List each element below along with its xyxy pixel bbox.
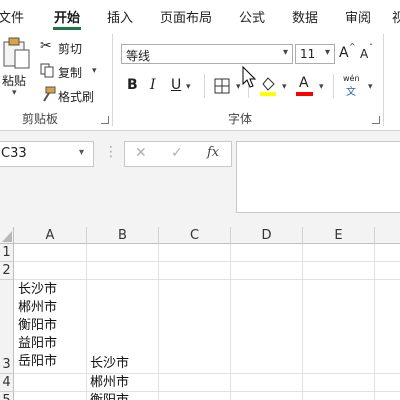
format-painter-label: 格式刷 (58, 90, 95, 104)
gridline (230, 244, 231, 400)
group-divider (112, 34, 113, 126)
cell-b5[interactable]: 衡阳市 (90, 392, 129, 400)
font-color-dropdown-icon[interactable]: ▾ (319, 82, 324, 92)
phonetic-dropdown-icon[interactable]: ▾ (368, 82, 373, 92)
format-painter-icon (43, 86, 56, 102)
font-color-icon: A (299, 75, 309, 91)
formula-input[interactable] (236, 141, 400, 213)
cell-b4[interactable]: 郴州市 (90, 374, 129, 392)
chevron-down-icon[interactable]: ▾ (79, 147, 84, 158)
cell-a3-line: 衡阳市 (18, 318, 58, 333)
phonetic-guide-button[interactable]: wén 文 (342, 74, 366, 98)
clipboard-launcher-icon[interactable] (101, 116, 109, 124)
name-box-value: C33 (1, 146, 27, 161)
name-box[interactable]: C33 ▾ (0, 141, 94, 167)
underline-dropdown-icon[interactable]: ▾ (186, 82, 191, 92)
gridline (14, 391, 400, 392)
font-size-combo[interactable]: 11 ▾ (295, 44, 335, 64)
grow-font-label: A (339, 45, 349, 61)
gridline (14, 373, 400, 374)
worksheet-grid: A B C D E 1 2 3 4 5 长沙市 郴州市 衡阳市 益阳市 岳阳市 … (0, 227, 400, 400)
mouse-cursor-icon (242, 66, 257, 88)
chevron-down-icon: ▾ (324, 47, 330, 58)
shrink-font-button[interactable]: A ˇ (360, 43, 378, 64)
cell-a3-line: 益阳市 (18, 336, 58, 351)
font-color-swatch (296, 92, 313, 96)
cut-label: 剪切 (58, 42, 83, 56)
group-divider (383, 34, 384, 126)
underline-button[interactable]: U (171, 77, 181, 93)
row-header-2[interactable]: 2 (0, 262, 14, 280)
phonetic-char-label: 文 (346, 87, 356, 98)
enter-icon[interactable]: ✓ (171, 145, 183, 161)
divider (204, 74, 205, 98)
tab-page-layout[interactable]: 页面布局 (160, 7, 212, 26)
paste-dropdown-icon[interactable]: ▾ (12, 88, 17, 98)
cell-b3[interactable]: 长沙市 (90, 355, 129, 373)
tab-insert[interactable]: 插入 (107, 7, 133, 26)
bold-button[interactable]: B (127, 77, 138, 93)
column-header-b[interactable]: B (87, 227, 159, 244)
scissors-icon: ✂ (40, 38, 52, 54)
column-header-c[interactable]: C (159, 227, 231, 244)
phonetic-pinyin-label: wén (343, 74, 360, 83)
copy-dropdown-icon[interactable]: ▾ (92, 66, 97, 76)
paste-icon (3, 37, 30, 69)
tab-formulas[interactable]: 公式 (239, 7, 265, 26)
shrink-font-label: A (360, 47, 369, 61)
copy-label: 复制 (58, 66, 83, 80)
column-header-e[interactable]: E (303, 227, 375, 244)
row-header-4[interactable]: 4 (0, 374, 14, 392)
font-color-button[interactable]: A (296, 75, 314, 97)
row-header-1[interactable]: 1 (0, 244, 14, 262)
tab-data[interactable]: 数据 (292, 7, 318, 26)
grow-font-button[interactable]: A ^ (339, 42, 357, 64)
column-header-a[interactable]: A (14, 227, 87, 244)
tab-file[interactable]: 文件 (0, 7, 24, 26)
gridline (302, 244, 303, 400)
insert-function-icon[interactable]: fx (207, 145, 219, 160)
chevron-down-icon: ▾ (282, 47, 288, 58)
cell-a3-line: 长沙市 (18, 282, 58, 297)
cell-a3[interactable]: 长沙市 郴州市 衡阳市 益阳市 岳阳市 (14, 280, 86, 373)
tab-review[interactable]: 审阅 (345, 7, 371, 26)
gridline (14, 261, 400, 262)
caret-up-icon: ^ (349, 42, 356, 51)
row-header-5[interactable]: 5 (0, 392, 14, 400)
gridline (158, 244, 159, 400)
borders-icon[interactable] (214, 78, 230, 94)
gridline (86, 244, 87, 400)
paste-button[interactable]: 粘贴 ▾ (2, 36, 32, 98)
copy-icon (40, 63, 54, 78)
column-header-f[interactable] (375, 227, 400, 244)
italic-button[interactable]: I (150, 77, 156, 93)
tab-view[interactable]: 视 (392, 7, 400, 26)
vertical-dots-icon: ⋮ (104, 144, 118, 160)
font-size-value: 11 (300, 47, 316, 61)
ribbon-home: 粘贴 ▾ ✂ 剪切 复制 ▾ 格式刷 剪贴板 等线 ▾ 11 ▾ A ^ A ˇ (0, 30, 400, 131)
ribbon-tabs: 文件 开始 插入 页面布局 公式 数据 审阅 视 (0, 0, 400, 30)
select-all-corner[interactable] (0, 227, 14, 244)
font-name-combo[interactable]: 等线 ▾ (121, 44, 293, 64)
cancel-icon[interactable]: ✕ (135, 145, 147, 161)
select-all-triangle-icon (2, 231, 12, 242)
fill-color-swatch (260, 92, 276, 96)
fill-color-icon[interactable] (258, 75, 278, 97)
borders-dropdown-icon[interactable]: ▾ (236, 82, 241, 92)
clipboard-group-label: 剪贴板 (22, 112, 59, 126)
divider (333, 74, 334, 98)
cell-a3-line: 郴州市 (18, 300, 58, 315)
font-launcher-icon[interactable] (372, 116, 380, 124)
font-name-value: 等线 (126, 49, 151, 63)
gridline (374, 244, 375, 400)
paste-label: 粘贴 (2, 74, 27, 88)
cell-a3-line: 岳阳市 (18, 354, 58, 369)
fill-color-dropdown-icon[interactable]: ▾ (282, 82, 287, 92)
column-header-d[interactable]: D (231, 227, 303, 244)
caret-down-icon: ˇ (369, 43, 373, 52)
formula-buttons: ✕ ✓ fx (124, 141, 232, 167)
tab-home[interactable]: 开始 (54, 7, 80, 26)
font-group-label: 字体 (228, 112, 253, 126)
row-header-3[interactable]: 3 (0, 280, 14, 374)
